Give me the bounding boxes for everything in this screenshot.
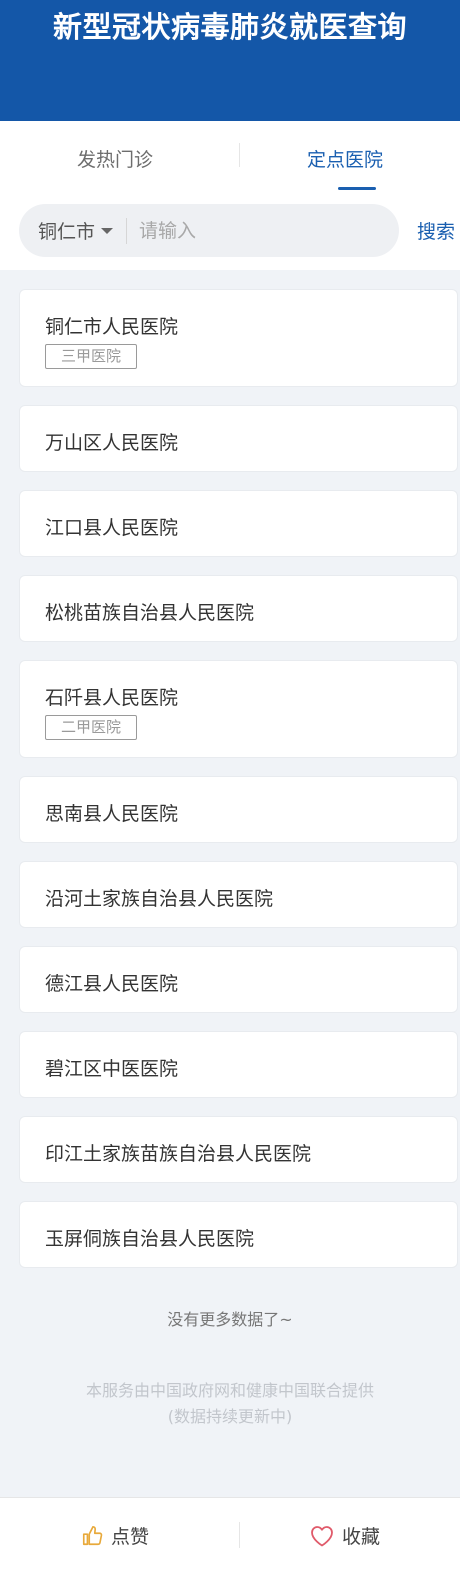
favorite-label: 收藏 xyxy=(341,1526,380,1548)
page-title: 新型冠状病毒肺炎就医查询 xyxy=(52,10,407,44)
bottom-bar: 点赞 收藏 xyxy=(0,1497,460,1573)
favorite-button[interactable]: 收藏 xyxy=(230,1498,460,1573)
hospital-grade-badge: 二甲医院 xyxy=(45,715,137,740)
hospital-name: 江口县人民医院 xyxy=(45,517,179,539)
hospital-name: 铜仁市人民医院 xyxy=(45,316,179,338)
hospital-card[interactable]: 松桃苗族自治县人民医院 xyxy=(19,575,458,642)
search-divider xyxy=(126,217,128,244)
hospital-name: 万山区人民医院 xyxy=(45,432,179,454)
hospital-name: 石阡县人民医院 xyxy=(45,687,179,709)
tab-designated-hospital[interactable]: 定点医院 xyxy=(230,121,460,191)
city-label: 铜仁市 xyxy=(38,221,96,243)
hospital-card[interactable]: 思南县人民医院 xyxy=(19,776,458,843)
hospital-card[interactable]: 碧江区中医医院 xyxy=(19,1031,458,1098)
search-box: 铜仁市 xyxy=(19,204,399,257)
caret-down-icon xyxy=(101,227,114,234)
hospital-card[interactable]: 玉屏侗族自治县人民医院 xyxy=(19,1201,458,1268)
footer-note-line2: (数据持续更新中) xyxy=(167,1407,293,1426)
page: 新型冠状病毒肺炎就医查询 发热门诊 定点医院 铜仁市 搜索 铜仁市人民医院三甲医… xyxy=(0,0,460,1573)
hospital-name: 德江县人民医院 xyxy=(45,973,179,995)
header: 新型冠状病毒肺炎就医查询 xyxy=(0,0,460,121)
thumbs-up-icon xyxy=(82,1525,103,1545)
heart-icon xyxy=(311,1525,333,1546)
list-end-text: 没有更多数据了~ xyxy=(167,1310,293,1329)
hospital-card[interactable]: 德江县人民医院 xyxy=(19,946,458,1013)
hospital-card[interactable]: 印江土家族苗族自治县人民医院 xyxy=(19,1116,458,1183)
like-button[interactable]: 点赞 xyxy=(0,1498,230,1573)
hospital-name: 沿河土家族自治县人民医院 xyxy=(45,888,274,910)
hospital-card[interactable]: 江口县人民医院 xyxy=(19,490,458,557)
hospital-name: 思南县人民医院 xyxy=(45,803,179,825)
hospital-name: 印江土家族苗族自治县人民医院 xyxy=(45,1143,312,1165)
hospital-card[interactable]: 万山区人民医院 xyxy=(19,405,458,472)
hospital-name: 松桃苗族自治县人民医院 xyxy=(45,602,255,624)
hospital-name: 碧江区中医医院 xyxy=(45,1058,179,1080)
active-tab-indicator xyxy=(338,187,376,190)
hospital-card[interactable]: 铜仁市人民医院 三甲医院 xyxy=(19,289,458,387)
search-button[interactable]: 搜索 xyxy=(417,217,455,244)
hospital-name: 玉屏侗族自治县人民医院 xyxy=(45,1228,255,1250)
bottom-divider xyxy=(239,1522,240,1548)
tab-bar: 发热门诊 定点医院 xyxy=(0,121,460,191)
city-selector[interactable]: 铜仁市 xyxy=(19,204,114,257)
tab-fever-clinic[interactable]: 发热门诊 xyxy=(0,121,230,191)
hospital-grade-badge: 三甲医院 xyxy=(45,344,137,369)
hospital-card[interactable]: 石阡县人民医院 二甲医院 xyxy=(19,660,458,758)
like-label: 点赞 xyxy=(110,1526,149,1548)
footer-note-line1: 本服务由中国政府网和健康中国联合提供 xyxy=(85,1381,374,1400)
search-area: 铜仁市 搜索 xyxy=(0,191,460,270)
search-input[interactable] xyxy=(139,219,360,242)
hospital-card[interactable]: 沿河土家族自治县人民医院 xyxy=(19,861,458,928)
footer-note: 本服务由中国政府网和健康中国联合提供 (数据持续更新中) xyxy=(0,1378,460,1430)
